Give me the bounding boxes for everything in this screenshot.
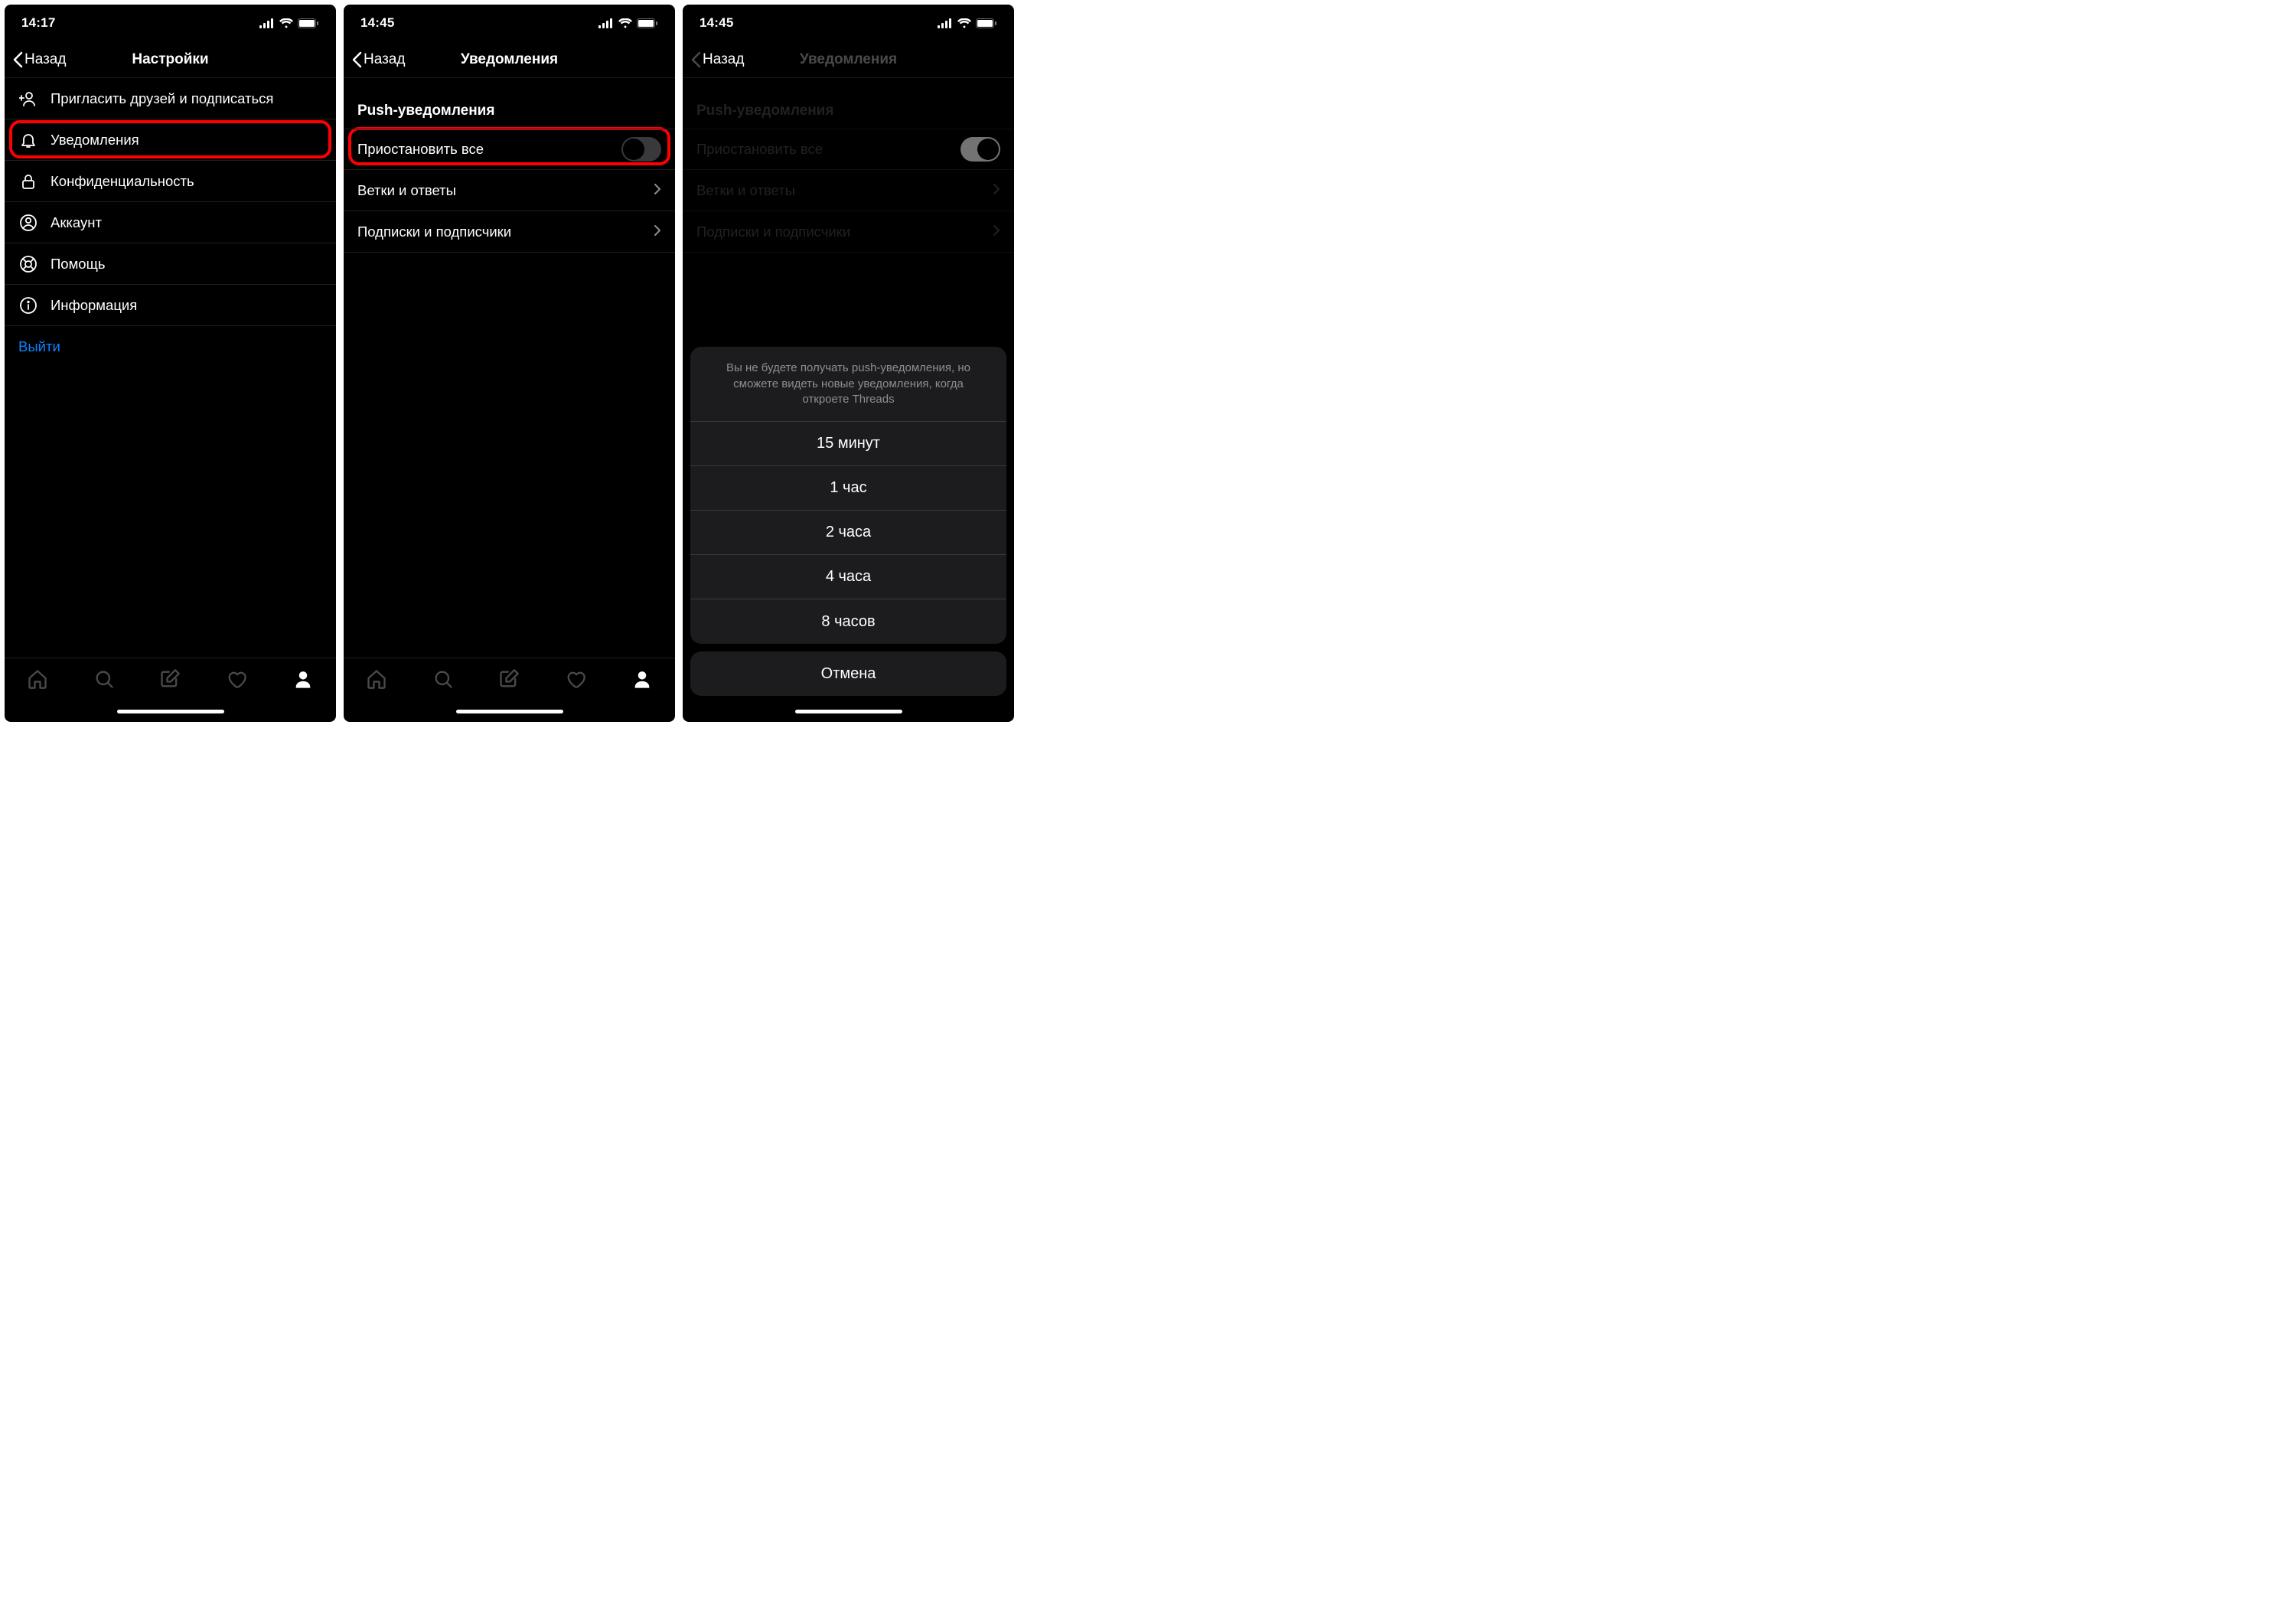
chevron-right-icon — [993, 182, 1000, 199]
logout-button[interactable]: Выйти — [5, 326, 336, 367]
notify-row-pause-all[interactable]: Приостановить все — [344, 129, 675, 170]
back-button[interactable]: Назад — [351, 51, 405, 68]
lock-icon — [18, 172, 38, 191]
settings-item-label: Аккаунт — [51, 214, 322, 231]
status-time: 14:45 — [700, 15, 733, 31]
tab-search-icon[interactable] — [432, 668, 454, 694]
row-label: Приостановить все — [696, 141, 948, 158]
wifi-icon — [957, 18, 971, 28]
back-button[interactable]: Назад — [12, 51, 66, 68]
sheet-message: Вы не будете получать push-уведомления, … — [690, 347, 1006, 422]
tab-activity-icon[interactable] — [565, 668, 586, 694]
account-icon — [18, 214, 38, 232]
status-bar: 14:45 — [344, 5, 675, 41]
settings-item-privacy[interactable]: Конфиденциальность — [5, 161, 336, 202]
wifi-icon — [618, 18, 632, 28]
tab-bar — [5, 658, 336, 704]
settings-item-label: Пригласить друзей и подписаться — [51, 90, 322, 107]
home-indicator[interactable] — [344, 704, 675, 722]
invite-icon — [18, 90, 38, 108]
nav-bar: Назад Уведомления — [344, 41, 675, 78]
sheet-option-15min[interactable]: 15 минут — [690, 422, 1006, 466]
section-push: Push-уведомления — [683, 78, 1014, 129]
tab-activity-icon[interactable] — [226, 668, 247, 694]
row-label: Приостановить все — [357, 141, 609, 158]
sheet-group: Вы не будете получать push-уведомления, … — [690, 347, 1006, 644]
notify-row-follows[interactable]: Подписки и подписчики — [683, 211, 1014, 253]
sheet-option-4h[interactable]: 4 часа — [690, 555, 1006, 599]
row-label: Ветки и ответы — [696, 182, 980, 199]
settings-item-label: Помощь — [51, 256, 322, 273]
info-icon — [18, 296, 38, 315]
content-area: Push-уведомления Приостановить все Ветки… — [683, 78, 1014, 704]
back-label: Назад — [24, 51, 66, 68]
tab-bar — [344, 658, 675, 704]
settings-item-help[interactable]: Помощь — [5, 243, 336, 285]
cellular-icon — [598, 18, 614, 28]
content-area: Пригласить друзей и подписаться Уведомле… — [5, 78, 336, 658]
back-label: Назад — [703, 51, 744, 68]
sheet-option-8h[interactable]: 8 часов — [690, 599, 1006, 644]
chevron-right-icon — [654, 224, 661, 240]
logout-label: Выйти — [18, 338, 322, 355]
screen-notifications-sheet: 14:45 Назад Уведомления Push-уведомления… — [683, 5, 1014, 722]
status-bar: 14:45 — [683, 5, 1014, 41]
notify-row-threads-replies[interactable]: Ветки и ответы — [683, 170, 1014, 211]
tab-compose-icon[interactable] — [498, 668, 520, 694]
battery-icon — [298, 18, 319, 28]
screen-settings: 14:17 Назад Настройки Пригласить друзей … — [5, 5, 336, 722]
status-bar: 14:17 — [5, 5, 336, 41]
status-indicators — [938, 18, 997, 28]
battery-icon — [637, 18, 658, 28]
back-label: Назад — [364, 51, 405, 68]
settings-item-label: Конфиденциальность — [51, 173, 322, 190]
row-label: Подписки и подписчики — [357, 224, 641, 240]
cellular-icon — [259, 18, 275, 28]
notify-row-pause-all[interactable]: Приостановить все — [683, 129, 1014, 170]
sheet-option-2h[interactable]: 2 часа — [690, 511, 1006, 555]
row-label: Ветки и ответы — [357, 182, 641, 199]
tab-compose-icon[interactable] — [159, 668, 181, 694]
pause-all-toggle[interactable] — [960, 137, 1000, 162]
home-indicator[interactable] — [683, 704, 1014, 722]
screen-notifications: 14:45 Назад Уведомления Push-уведомления… — [344, 5, 675, 722]
back-button[interactable]: Назад — [690, 51, 744, 68]
chevron-right-icon — [993, 224, 1000, 240]
nav-bar: Назад Настройки — [5, 41, 336, 78]
status-time: 14:17 — [21, 15, 55, 31]
bell-icon — [18, 131, 38, 149]
tab-search-icon[interactable] — [93, 668, 115, 694]
notify-row-follows[interactable]: Подписки и подписчики — [344, 211, 675, 253]
content-area: Push-уведомления Приостановить все Ветки… — [344, 78, 675, 658]
settings-item-label: Уведомления — [51, 132, 322, 149]
status-indicators — [598, 18, 658, 28]
row-label: Подписки и подписчики — [696, 224, 980, 240]
settings-item-account[interactable]: Аккаунт — [5, 202, 336, 243]
battery-icon — [976, 18, 997, 28]
section-push: Push-уведомления — [344, 78, 675, 129]
cellular-icon — [938, 18, 953, 28]
tab-profile-icon[interactable] — [631, 668, 653, 694]
settings-item-invite[interactable]: Пригласить друзей и подписаться — [5, 78, 336, 119]
chevron-right-icon — [654, 182, 661, 199]
notify-row-threads-replies[interactable]: Ветки и ответы — [344, 170, 675, 211]
settings-item-about[interactable]: Информация — [5, 285, 336, 326]
status-time: 14:45 — [360, 15, 394, 31]
tab-profile-icon[interactable] — [292, 668, 314, 694]
tab-home-icon[interactable] — [27, 668, 48, 694]
home-indicator[interactable] — [5, 704, 336, 722]
sheet-option-1h[interactable]: 1 час — [690, 466, 1006, 511]
sheet-cancel-button[interactable]: Отмена — [690, 651, 1006, 696]
nav-bar: Назад Уведомления — [683, 41, 1014, 78]
settings-item-label: Информация — [51, 297, 322, 314]
tab-home-icon[interactable] — [366, 668, 387, 694]
help-icon — [18, 255, 38, 273]
wifi-icon — [279, 18, 293, 28]
status-indicators — [259, 18, 319, 28]
action-sheet: Вы не будете получать push-уведомления, … — [690, 347, 1006, 696]
pause-all-toggle[interactable] — [621, 137, 661, 162]
settings-item-notifications[interactable]: Уведомления — [5, 119, 336, 161]
